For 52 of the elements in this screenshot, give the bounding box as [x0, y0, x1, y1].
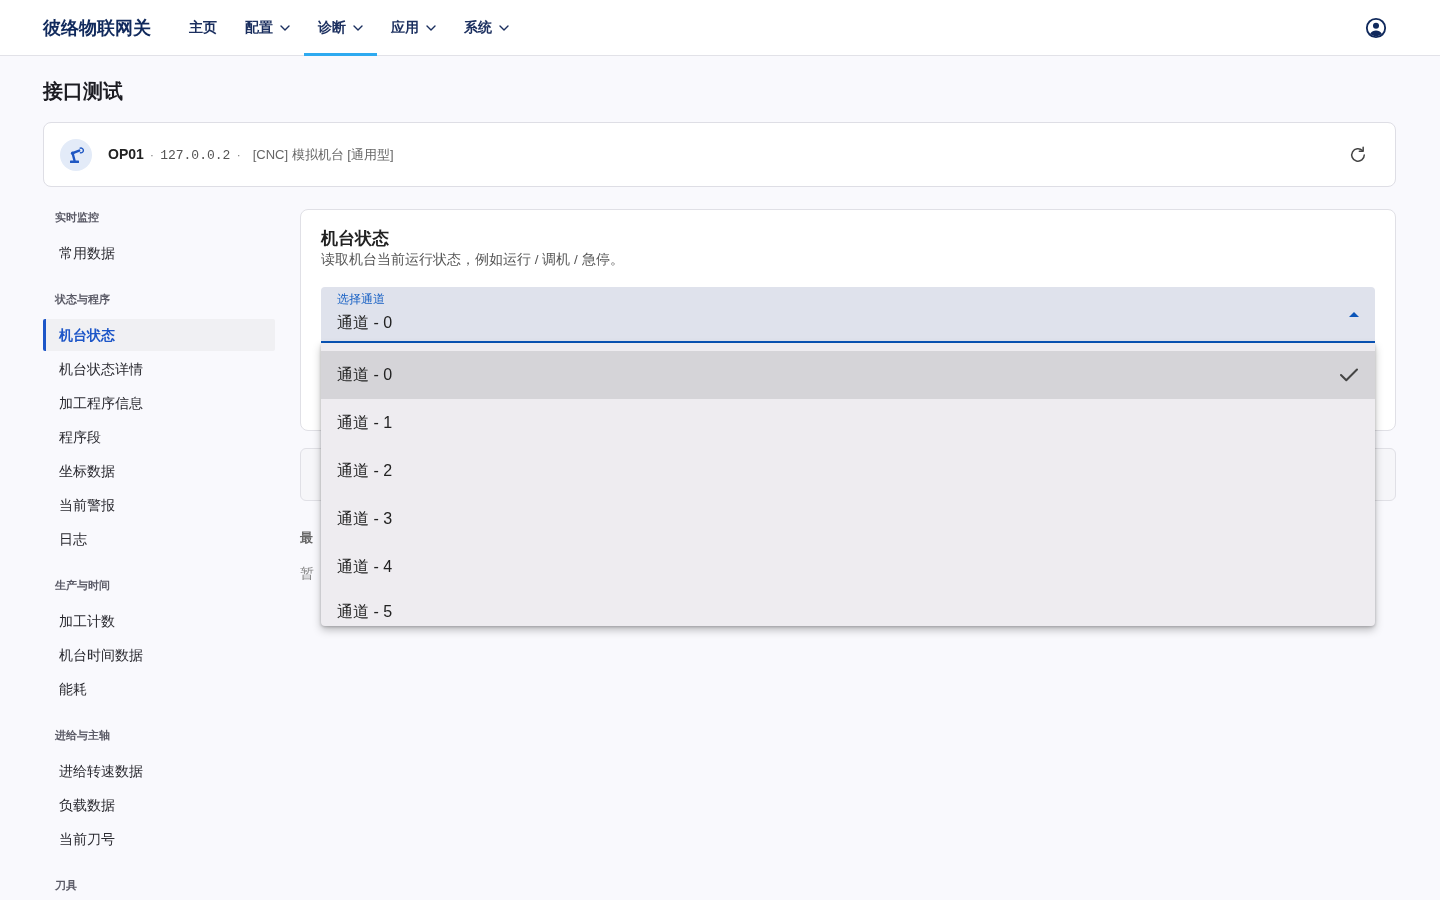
separator-dot: · — [236, 146, 241, 162]
sidebar-item[interactable]: 坐标数据 — [43, 455, 275, 487]
sidebar-item[interactable]: 常用数据 — [43, 237, 275, 269]
nav-tab[interactable]: 系统 — [450, 0, 523, 56]
sidebar-item[interactable]: 机台状态 — [43, 319, 275, 351]
user-account-icon[interactable] — [1365, 16, 1387, 39]
sidebar-item[interactable]: 机台时间数据 — [43, 639, 275, 671]
select-value: 通道 - 0 — [337, 313, 394, 333]
section-heading: 最 — [300, 529, 313, 547]
sidebar-item[interactable]: 程序段 — [43, 421, 275, 453]
menu-option[interactable]: 通道 - 3 — [321, 495, 1375, 543]
panel-description: 读取机台当前运行状态，例如运行 / 调机 / 急停。 — [321, 251, 625, 269]
sidebar-item[interactable]: 机台状态详情 — [43, 353, 275, 385]
nav-tab[interactable]: 应用 — [377, 0, 450, 56]
device-description: [CNC] 模拟机台 [通用型] — [252, 145, 394, 164]
nav-tab[interactable]: 诊断 — [304, 0, 377, 56]
sidebar-item[interactable]: 当前警报 — [43, 489, 275, 521]
sidebar-item[interactable]: 能耗 — [43, 673, 275, 705]
menu-option[interactable]: 通道 - 5 — [321, 591, 1375, 626]
menu-option[interactable]: 通道 - 1 — [321, 399, 1375, 447]
field-label: 选择通道 — [337, 291, 386, 307]
sidebar-item[interactable]: 负载数据 — [43, 789, 275, 821]
sidebar-item[interactable]: 进给转速数据 — [43, 755, 275, 787]
device-name: OP01 — [108, 145, 144, 162]
menu-option[interactable]: 通道 - 2 — [321, 447, 1375, 495]
robot-arm-icon — [60, 138, 92, 171]
sidebar-item[interactable]: 加工程序信息 — [43, 387, 275, 419]
sidebar-item[interactable]: 日志 — [43, 523, 275, 555]
nav-tab[interactable]: 配置 — [231, 0, 304, 56]
chevron-down-icon — [353, 25, 363, 31]
page-title: 接口测试 — [43, 79, 124, 104]
section-heading: 实时监控 — [54, 210, 100, 225]
section-heading: 进给与主轴 — [54, 728, 111, 743]
nav-tab[interactable]: 主页 — [175, 0, 231, 56]
section-heading: 生产与时间 — [54, 578, 111, 593]
section-heading: 状态与程序 — [53, 292, 111, 307]
sidebar-item[interactable]: 加工计数 — [43, 605, 275, 637]
section-heading: 刀具 — [54, 878, 78, 893]
refresh-icon[interactable] — [1348, 144, 1368, 165]
chevron-down-icon — [499, 25, 509, 31]
menu-option[interactable]: 通道 - 0 — [321, 351, 1375, 399]
chevron-down-icon — [426, 25, 436, 31]
separator-dot: · — [149, 146, 155, 162]
panel-title: 机台状态 — [321, 228, 390, 250]
menu-option[interactable]: 通道 - 4 — [321, 543, 1375, 591]
brand-title: 彼络物联网关 — [43, 16, 151, 40]
select-field[interactable]: 选择通道 通道 - 0 — [321, 287, 1375, 343]
empty-text: 暂 — [300, 564, 314, 583]
sidebar-item[interactable]: 当前刀号 — [43, 823, 275, 855]
chevron-down-icon — [280, 25, 290, 31]
device-address: 127.0.0.2 — [160, 147, 231, 163]
check-icon — [1340, 368, 1358, 382]
